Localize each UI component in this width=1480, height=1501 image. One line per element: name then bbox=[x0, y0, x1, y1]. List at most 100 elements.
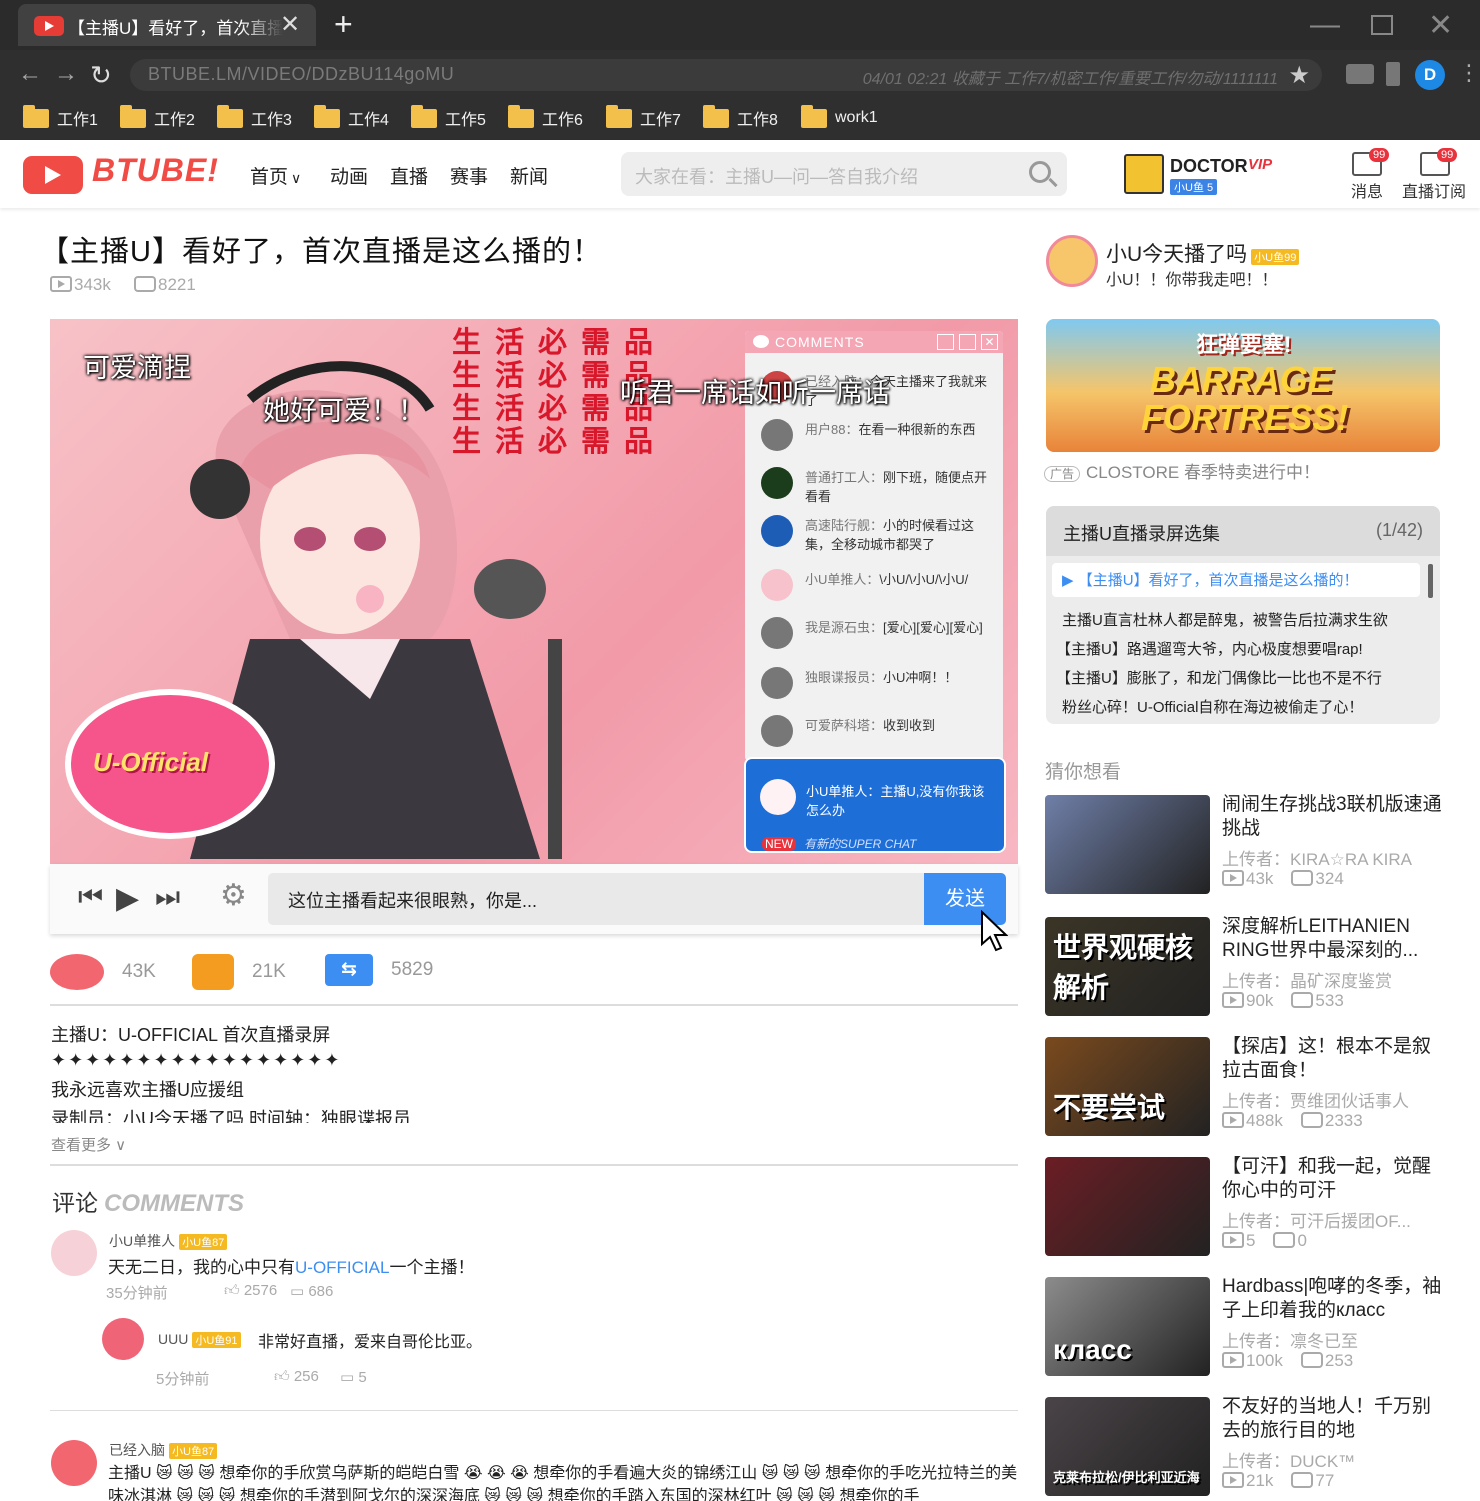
bookmark-item[interactable]: 工作4 bbox=[314, 104, 389, 131]
recommend-thumbnail[interactable] bbox=[1045, 1157, 1210, 1256]
trash-icon[interactable] bbox=[1386, 62, 1400, 86]
ad-banner[interactable]: 狂弹要塞! BARRAGE FORTRESS! bbox=[1046, 319, 1440, 452]
danmaku-input[interactable]: 这位主播看起来很眼熟，你是... bbox=[268, 873, 1006, 925]
bookmark-note: 04/01 02:21 收藏于 工作7/机密工作/重要工作/勿动/1111111 bbox=[862, 71, 1278, 88]
user-level-badge: 小U鱼87 bbox=[179, 1234, 228, 1250]
recommend-card[interactable]: 闹闹生存挑战3联机版速通挑战 上传者：KIRA☆RA KIRA 43k 324 bbox=[1045, 793, 1445, 895]
messages-label[interactable]: 消息 bbox=[1351, 178, 1383, 202]
minimize-icon[interactable] bbox=[937, 334, 954, 350]
video-player[interactable]: U-Official 可爱滴捏 她好可爱！！ 生活必需品 生活必需品 生活必需品… bbox=[50, 319, 1018, 864]
minimize-icon[interactable]: — bbox=[1310, 8, 1340, 42]
playlist-item[interactable]: 【主播U】路遇遛弯大爷，内心极度想要唱rap! bbox=[1056, 638, 1363, 659]
subscriptions-label[interactable]: 直播订阅 bbox=[1402, 178, 1466, 202]
folder-icon bbox=[120, 104, 146, 128]
recommend-card[interactable]: 【可汗】和我一起，觉醒你心中的可汗 上传者：可汗后援团OF... 5 0 bbox=[1045, 1155, 1445, 1257]
chat-row: 高速陆行舰：小的时候看过这集，全移动城市都哭了 bbox=[761, 515, 995, 553]
playlist-item[interactable]: 【主播U】膨胀了，和龙门偶像比一比也不是不行 bbox=[1056, 667, 1382, 688]
recommend-thumbnail[interactable]: класс bbox=[1045, 1277, 1210, 1376]
back-icon[interactable]: ← bbox=[18, 60, 42, 88]
recommend-title[interactable]: Hardbass|咆哮的冬季，袖子上印着我的класс bbox=[1222, 1275, 1442, 1323]
play-count-icon bbox=[1222, 1472, 1244, 1488]
recommend-title[interactable]: 【探店】这！根本不是叙拉古面食！ bbox=[1222, 1035, 1442, 1083]
avatar[interactable] bbox=[51, 1440, 97, 1486]
recommend-card[interactable]: 克莱布拉松/伊比利亚近海 不友好的当地人！千万别去的旅行目的地 上传者：DUCK™ 2… bbox=[1045, 1395, 1445, 1497]
previous-icon[interactable]: ⏮ bbox=[78, 881, 103, 914]
forward-icon[interactable]: → bbox=[54, 60, 78, 88]
avatar[interactable] bbox=[102, 1318, 144, 1360]
recommend-title[interactable]: 【可汗】和我一起，觉醒你心中的可汗 bbox=[1222, 1155, 1442, 1203]
avatar[interactable] bbox=[51, 1230, 97, 1276]
gear-icon[interactable]: ⚙ bbox=[220, 878, 247, 913]
reload-icon[interactable]: ↻ bbox=[90, 60, 112, 91]
recommend-card[interactable]: 不要尝试 【探店】这！根本不是叙拉古面食！ 上传者：贾维团伙话事人 488k 2333 bbox=[1045, 1035, 1445, 1137]
close-window-icon[interactable]: ✕ bbox=[1428, 8, 1453, 43]
uploader-motto: 小U！！你带我走吧！！ bbox=[1106, 272, 1278, 289]
nav-anime[interactable]: 动画 bbox=[330, 162, 368, 189]
recommend-thumbnail[interactable]: 不要尝试 bbox=[1045, 1037, 1210, 1136]
restore-icon[interactable] bbox=[959, 334, 976, 350]
recommend-title[interactable]: 深度解析LEITHANIEN RING世界中最深刻的... bbox=[1222, 915, 1442, 963]
recommend-thumbnail[interactable]: 克莱布拉松/伊比利亚近海 bbox=[1045, 1397, 1210, 1496]
bookmark-item[interactable]: 工作7 bbox=[606, 104, 681, 131]
recommend-card[interactable]: 世界观硬核解析 深度解析LEITHANIEN RING世界中最深刻的... 上传者：… bbox=[1045, 915, 1445, 1017]
chat-avatar bbox=[761, 419, 793, 451]
bookmark-item[interactable]: 工作6 bbox=[508, 104, 583, 131]
url-field[interactable]: BTUBE.LM/VIDEO/DDzBU114goMU 04/01 02:21 … bbox=[130, 59, 1322, 91]
comment-user[interactable]: UUU 小U鱼91 bbox=[158, 1331, 241, 1348]
bookmark-item[interactable]: 工作3 bbox=[217, 104, 292, 131]
profile-avatar[interactable]: D bbox=[1415, 60, 1445, 90]
playlist-item[interactable]: 主播U直言杜林人都是醉鬼，被警告后拉满求生欲 bbox=[1062, 609, 1388, 630]
bookmark-item[interactable]: 工作1 bbox=[23, 104, 98, 131]
bookmark-item[interactable]: 工作2 bbox=[120, 104, 195, 131]
uploader-name[interactable]: 小U今天播了吗 小U鱼99 bbox=[1106, 238, 1300, 268]
recommend-thumbnail[interactable]: 世界观硬核解析 bbox=[1045, 917, 1210, 1016]
search-input[interactable]: 大家在看：主播U—问—答自我介绍 bbox=[621, 152, 1067, 196]
comment-like-button[interactable]: 👍︎ 2576 bbox=[224, 1282, 277, 1300]
nav-events[interactable]: 赛事 bbox=[450, 162, 488, 189]
new-tab-button[interactable]: + bbox=[334, 6, 353, 43]
coin-action[interactable]: ⇆ 5829 bbox=[325, 954, 433, 986]
recommend-card[interactable]: класс Hardbass|咆哮的冬季，袖子上印着我的класс 上传者：凛冬已至… bbox=[1045, 1275, 1445, 1377]
next-icon[interactable]: ⏭ bbox=[155, 881, 180, 914]
user-name[interactable]: DOCTOR bbox=[1170, 156, 1248, 177]
close-icon[interactable]: ✕ bbox=[981, 334, 998, 350]
uploader-name-text: 小U今天播了吗 bbox=[1106, 243, 1248, 266]
maximize-icon[interactable] bbox=[1371, 15, 1393, 35]
play-icon[interactable]: ▶ bbox=[116, 881, 139, 916]
recommend-title[interactable]: 闹闹生存挑战3联机版速通挑战 bbox=[1222, 793, 1442, 841]
user-avatar[interactable] bbox=[1124, 154, 1164, 194]
danmaku: 听君一席话如听一席话 bbox=[620, 378, 890, 408]
comment-user[interactable]: 小U单推人 小U鱼87 bbox=[109, 1231, 228, 1251]
like-action[interactable]: 21K bbox=[192, 954, 286, 990]
bookmark-item[interactable]: 工作8 bbox=[703, 104, 778, 131]
play-logo-icon[interactable] bbox=[23, 156, 83, 194]
search-icon[interactable] bbox=[1029, 161, 1051, 183]
comment-reply-button[interactable]: ▭ 5 bbox=[340, 1368, 367, 1386]
playlist-item[interactable]: 粉丝心碎！U-Official自称在海边被偷走了心！ bbox=[1062, 696, 1363, 717]
nav-home[interactable]: 首页 ∨ bbox=[250, 162, 301, 189]
close-tab-icon[interactable]: ✕ bbox=[280, 10, 300, 39]
playlist-current-item[interactable]: ▶ 【主播U】看好了，首次直播是这么播的！ bbox=[1052, 563, 1420, 597]
comment-reply-button[interactable]: ▭ 686 bbox=[290, 1282, 333, 1300]
bookmark-item[interactable]: 工作5 bbox=[411, 104, 486, 131]
superchat-card[interactable]: 小U单推人：主播U,没有你我该怎么办 NEW 有新的SUPER CHAT bbox=[744, 757, 1006, 853]
bookmark-item[interactable]: work1 bbox=[801, 104, 878, 131]
comment-user[interactable]: 已经入脑 小U鱼87 bbox=[109, 1440, 218, 1460]
browser-tab[interactable]: 【主播U】看好了，首次直播是这么播的！ ✕ bbox=[18, 4, 316, 46]
favorite-action[interactable]: 43K bbox=[50, 954, 156, 990]
extension-icon[interactable] bbox=[1346, 64, 1374, 84]
star-icon[interactable]: ★ bbox=[1288, 61, 1310, 90]
nav-live[interactable]: 直播 bbox=[390, 162, 428, 189]
description-line: 我永远喜欢主播U应援组 bbox=[51, 1080, 244, 1100]
site-logo[interactable]: BTUBE! bbox=[92, 152, 219, 189]
see-more-link[interactable]: 查看更多 ∨ bbox=[51, 1134, 126, 1155]
comment-like-button[interactable]: 👍︎ 256 bbox=[274, 1368, 319, 1386]
thumbnail-text: 不要尝试 bbox=[1053, 1092, 1166, 1123]
nav-news[interactable]: 新闻 bbox=[510, 162, 548, 189]
scrollbar[interactable] bbox=[1428, 564, 1433, 598]
menu-icon[interactable]: ⋮ bbox=[1458, 60, 1480, 86]
ad-cn-title: 狂弹要塞! bbox=[1196, 332, 1292, 357]
recommend-thumbnail[interactable] bbox=[1045, 795, 1210, 894]
uploader-avatar[interactable] bbox=[1046, 235, 1098, 287]
recommend-title[interactable]: 不友好的当地人！千万别去的旅行目的地 bbox=[1222, 1395, 1442, 1443]
